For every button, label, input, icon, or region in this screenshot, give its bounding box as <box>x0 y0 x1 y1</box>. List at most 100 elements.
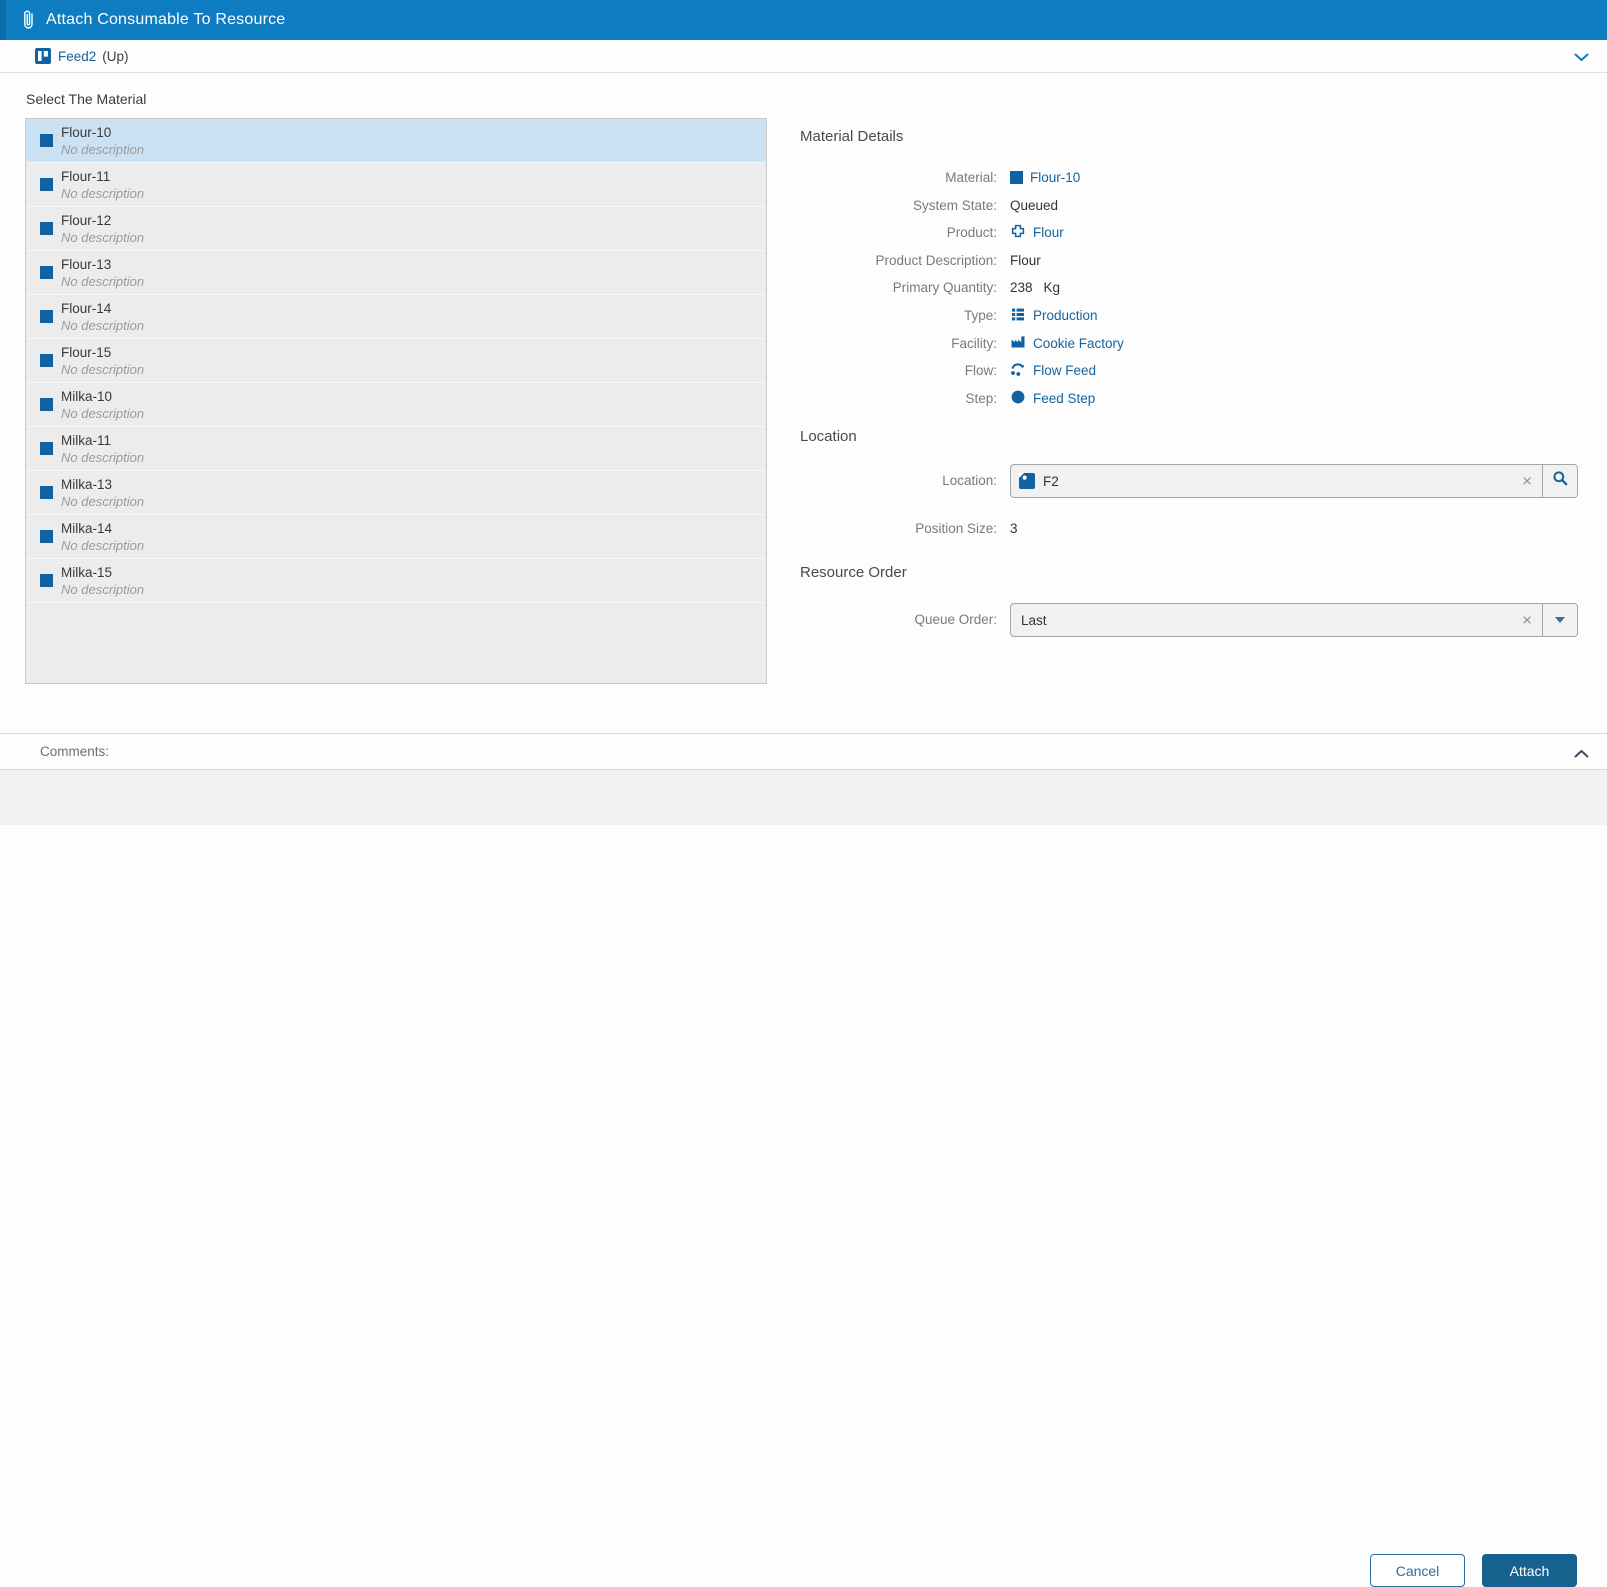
detail-value-link[interactable]: Cookie Factory <box>1010 334 1124 353</box>
list-item[interactable]: Flour-15 No description <box>26 339 766 383</box>
material-name: Flour-11 <box>61 169 111 184</box>
resource-name[interactable]: Feed2 <box>58 49 96 64</box>
facility-icon <box>1010 334 1026 353</box>
detail-row: Material: Flour-10 <box>800 167 1590 187</box>
material-name: Milka-10 <box>61 389 113 404</box>
material-icon <box>40 442 53 455</box>
resource-order-heading: Resource Order <box>800 564 907 581</box>
chevron-up-icon[interactable] <box>1574 745 1589 763</box>
detail-label: Facility: <box>951 335 997 351</box>
clear-icon[interactable]: × <box>1522 473 1532 490</box>
position-size-value: 3 <box>1010 520 1018 536</box>
location-label: Location: <box>942 473 997 488</box>
flow-icon <box>1010 361 1026 380</box>
list-item[interactable]: Milka-13 No description <box>26 471 766 515</box>
list-item[interactable]: Flour-13 No description <box>26 251 766 295</box>
queue-order-value: Last <box>1021 612 1047 628</box>
detail-value: Flour <box>1010 252 1041 268</box>
detail-value-text: Flour-10 <box>1030 169 1081 185</box>
cancel-button[interactable]: Cancel <box>1370 1554 1465 1587</box>
material-icon <box>40 530 53 543</box>
detail-row: Flow: Flow Feed <box>800 360 1590 380</box>
chevron-down-icon[interactable] <box>1574 49 1589 67</box>
comments-bar[interactable]: Comments: <box>0 733 1607 770</box>
detail-label: Type: <box>963 307 997 323</box>
location-input[interactable]: F2 × <box>1011 465 1542 497</box>
location-value: F2 <box>1043 473 1059 489</box>
detail-value-text: Flow Feed <box>1033 362 1097 378</box>
step-icon <box>1010 389 1026 408</box>
material-icon <box>1010 170 1023 184</box>
detail-value-link[interactable]: Flour-10 <box>1010 170 1080 185</box>
list-item[interactable]: Flour-14 No description <box>26 295 766 339</box>
material-description: No description <box>61 450 145 465</box>
dialog-footer: Cancel Attach <box>0 770 1607 1587</box>
material-icon <box>40 178 53 191</box>
location-search-button[interactable] <box>1542 465 1577 497</box>
material-description: No description <box>61 406 145 421</box>
material-description: No description <box>61 494 145 509</box>
detail-row: System State: Queued <box>800 195 1590 215</box>
quantity-unit: Kg <box>1043 279 1061 295</box>
detail-value-link[interactable]: Flour <box>1010 223 1064 242</box>
material-description: No description <box>61 186 145 201</box>
material-icon <box>40 354 53 367</box>
material-icon <box>40 574 53 587</box>
material-icon <box>40 398 53 411</box>
detail-value: Queued <box>1010 197 1059 213</box>
detail-row: Type: Production <box>800 305 1590 325</box>
material-details-heading: Material Details <box>800 128 904 145</box>
location-lookup: F2 × <box>1010 464 1578 498</box>
material-description: No description <box>61 582 145 597</box>
clear-icon[interactable]: × <box>1522 612 1532 629</box>
material-icon <box>40 486 53 499</box>
material-description: No description <box>61 318 145 333</box>
material-name: Milka-11 <box>61 433 112 448</box>
material-description: No description <box>61 142 145 157</box>
material-name: Milka-15 <box>61 565 113 580</box>
material-name: Flour-15 <box>61 345 112 360</box>
queue-order-dropdown: Last × <box>1010 603 1578 637</box>
list-item[interactable]: Flour-10 No description <box>26 119 766 163</box>
list-item[interactable]: Milka-11 No description <box>26 427 766 471</box>
detail-row: Facility: Cookie Factory <box>800 333 1590 353</box>
detail-row: Product: Flour <box>800 222 1590 242</box>
queue-order-dropdown-button[interactable] <box>1542 604 1577 636</box>
list-item[interactable]: Milka-14 No description <box>26 515 766 559</box>
detail-label: Step: <box>965 390 997 406</box>
queue-order-input[interactable]: Last × <box>1011 604 1542 636</box>
paperclip-icon <box>21 8 36 32</box>
material-icon <box>40 310 53 323</box>
detail-row: Product Description: Flour <box>800 250 1590 270</box>
material-name: Flour-13 <box>61 257 112 272</box>
detail-value-link[interactable]: Feed Step <box>1010 389 1095 408</box>
dropdown-arrow-icon <box>1555 617 1565 623</box>
material-list: Flour-10 No description Flour-11 No desc… <box>25 118 767 684</box>
detail-value-link[interactable]: Production <box>1010 306 1098 325</box>
detail-value-text: Production <box>1033 307 1098 323</box>
material-icon <box>40 222 53 235</box>
attach-button[interactable]: Attach <box>1482 1554 1577 1587</box>
product-icon <box>1010 223 1026 242</box>
list-item[interactable]: Milka-10 No description <box>26 383 766 427</box>
material-name: Milka-14 <box>61 521 113 536</box>
detail-label: Product Description: <box>875 252 997 268</box>
select-material-heading: Select The Material <box>26 91 147 107</box>
detail-value-link[interactable]: Flow Feed <box>1010 361 1096 380</box>
detail-label: Product: <box>946 224 997 240</box>
type-icon <box>1010 306 1026 325</box>
position-size-row: Position Size: 3 <box>800 518 1590 538</box>
queue-order-label: Queue Order: <box>914 612 997 627</box>
list-item[interactable]: Flour-11 No description <box>26 163 766 207</box>
quantity-value: 238 <box>1010 279 1033 295</box>
detail-value: 238 Kg <box>1010 280 1060 295</box>
search-icon <box>1552 470 1569 492</box>
material-description: No description <box>61 274 145 289</box>
list-item[interactable]: Milka-15 No description <box>26 559 766 603</box>
list-item[interactable]: Flour-12 No description <box>26 207 766 251</box>
comments-label: Comments: <box>40 744 110 759</box>
detail-label: Material: <box>945 169 997 185</box>
detail-label: Primary Quantity: <box>892 279 997 295</box>
detail-value-text: Cookie Factory <box>1033 335 1124 351</box>
material-icon <box>40 266 53 279</box>
